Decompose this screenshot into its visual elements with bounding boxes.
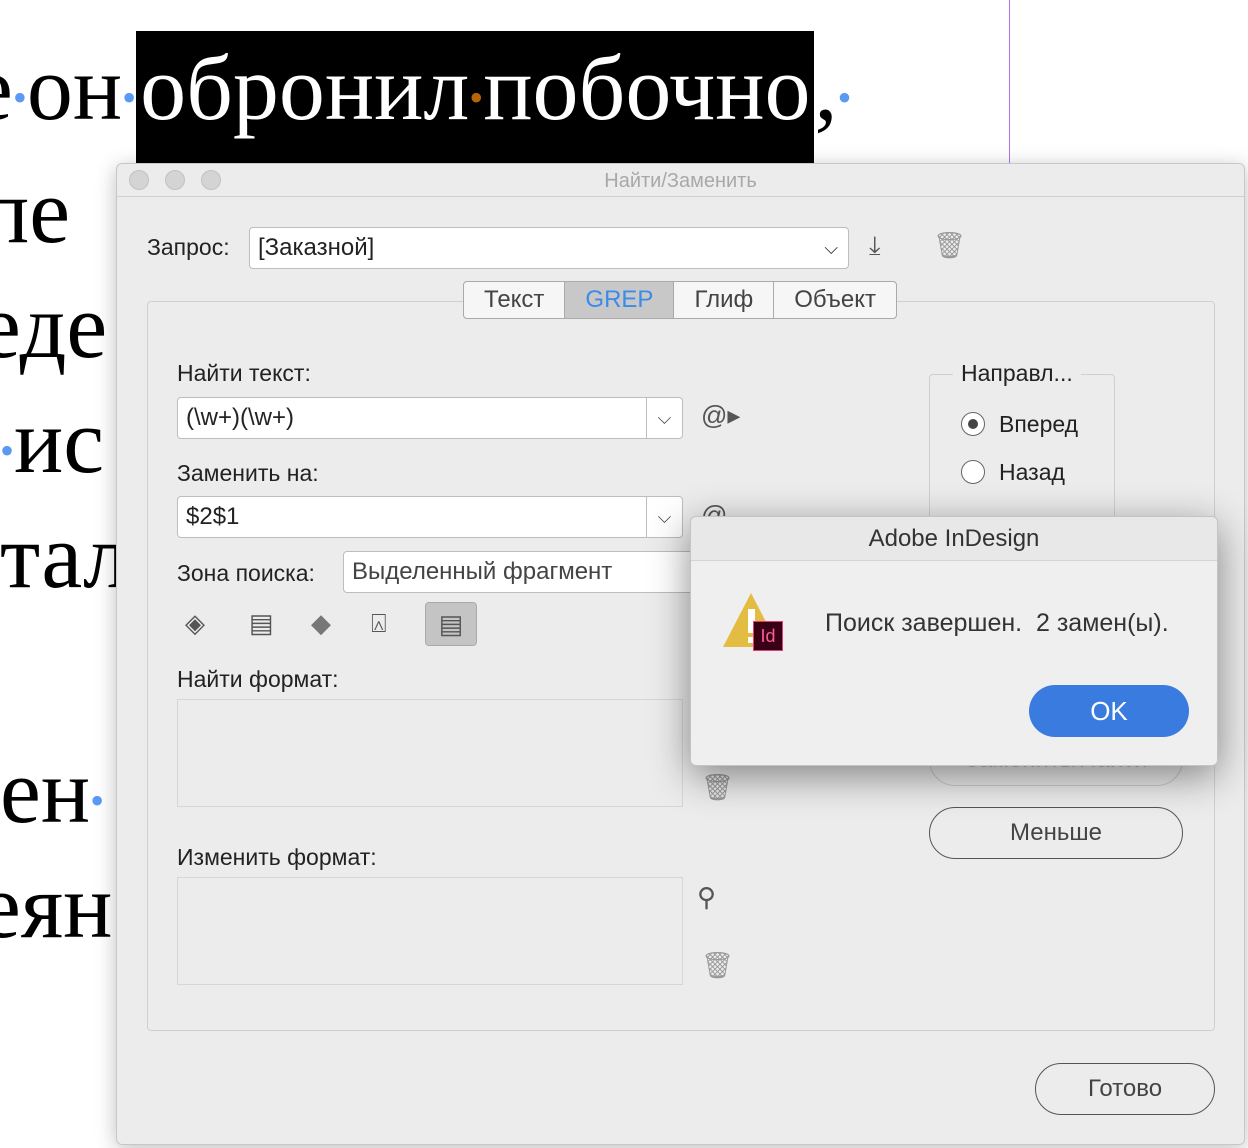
indesign-badge-icon: Id bbox=[753, 621, 783, 651]
document-fragment: тал bbox=[0, 505, 129, 607]
query-select[interactable]: [Заказной] ⌵ bbox=[249, 227, 849, 269]
scope-value: Выделенный фрагмент bbox=[352, 558, 613, 585]
space-marker: • bbox=[12, 74, 27, 120]
save-query-icon[interactable]: ⤓ bbox=[869, 230, 881, 262]
alert-title: Adobe InDesign bbox=[868, 525, 1040, 552]
find-format-box[interactable] bbox=[177, 699, 683, 807]
forward-radio[interactable] bbox=[961, 412, 985, 436]
word: е bbox=[0, 37, 13, 139]
replace-label: Заменить на: bbox=[177, 460, 319, 486]
space-marker: • bbox=[837, 74, 852, 120]
query-label: Запрос: bbox=[147, 234, 230, 260]
special-chars-icon[interactable]: @▸ bbox=[701, 400, 740, 431]
chevron-down-icon[interactable]: ⌵ bbox=[646, 497, 682, 537]
find-input[interactable]: (\w+)(\w+) ⌵ bbox=[177, 397, 683, 439]
document-line: е•он•обронил•побочно,• bbox=[0, 31, 852, 163]
document-fragment: еян bbox=[0, 855, 113, 957]
direction-group bbox=[929, 374, 1115, 534]
trash-icon[interactable]: 🗑 bbox=[701, 772, 734, 803]
find-format-label: Найти формат: bbox=[177, 666, 339, 692]
document-fragment: пе bbox=[0, 160, 71, 262]
replace-input[interactable]: $2$1 ⌵ bbox=[177, 496, 683, 538]
forward-label: Вперед bbox=[999, 411, 1079, 437]
document-fragment: •ис bbox=[0, 390, 105, 492]
query-value: [Заказной] bbox=[258, 234, 375, 261]
backward-radio[interactable] bbox=[961, 460, 985, 484]
scope-label: Зона поиска: bbox=[177, 560, 315, 586]
specify-format-icon[interactable]: ⚲ bbox=[697, 882, 716, 913]
locked-layers-icon[interactable]: ◈ bbox=[185, 608, 205, 639]
alert-message: Поиск завершен. 2 замен(ы). bbox=[825, 609, 1169, 637]
selected-text[interactable]: обронил•побочно bbox=[136, 31, 815, 163]
chevron-down-icon[interactable]: ⌵ bbox=[646, 398, 682, 438]
space-marker: • bbox=[469, 74, 484, 120]
less-button[interactable]: Меньше bbox=[929, 807, 1183, 859]
hidden-layers-icon[interactable]: ◆ bbox=[311, 608, 331, 639]
space-marker: • bbox=[122, 74, 137, 120]
direction-label: Направл... bbox=[953, 360, 1081, 387]
change-format-box[interactable] bbox=[177, 877, 683, 985]
tab-object[interactable]: Объект bbox=[774, 282, 896, 318]
locked-stories-icon[interactable]: ▤ bbox=[249, 608, 274, 639]
change-format-label: Изменить формат: bbox=[177, 844, 377, 870]
document-fragment: еде bbox=[0, 275, 108, 377]
document-fragment: ен• bbox=[0, 740, 105, 842]
ok-button[interactable]: OK bbox=[1029, 685, 1189, 737]
word: обронил bbox=[140, 37, 470, 139]
chevron-down-icon: ⌵ bbox=[824, 237, 838, 258]
done-button[interactable]: Готово bbox=[1035, 1063, 1215, 1115]
frame-guide bbox=[1009, 0, 1010, 165]
tab-text[interactable]: Текст bbox=[464, 282, 566, 318]
word: он bbox=[26, 37, 123, 139]
find-value: (\w+)(\w+) bbox=[186, 404, 294, 431]
warning-icon: Id bbox=[721, 589, 785, 653]
tab-glyph[interactable]: Глиф bbox=[674, 282, 775, 318]
find-label: Найти текст: bbox=[177, 360, 311, 386]
trash-icon[interactable]: 🗑 bbox=[933, 230, 966, 261]
word: , bbox=[814, 37, 838, 139]
trash-icon[interactable]: 🗑 bbox=[701, 950, 734, 981]
word: побочно bbox=[483, 37, 811, 139]
master-pages-icon[interactable]: ⍓ bbox=[371, 608, 387, 640]
tab-grep[interactable]: GREP bbox=[565, 282, 675, 318]
tab-bar: Текст GREP Глиф Объект bbox=[463, 281, 897, 319]
backward-label: Назад bbox=[999, 459, 1065, 485]
alert-dialog: Adobe InDesign Id Поиск завершен. 2 заме… bbox=[690, 516, 1218, 766]
footnotes-icon[interactable]: ▤ bbox=[425, 602, 477, 646]
scope-select[interactable]: Выделенный фрагмент bbox=[343, 551, 703, 593]
replace-value: $2$1 bbox=[186, 503, 240, 530]
window-title: Найти/Заменить bbox=[604, 170, 757, 192]
